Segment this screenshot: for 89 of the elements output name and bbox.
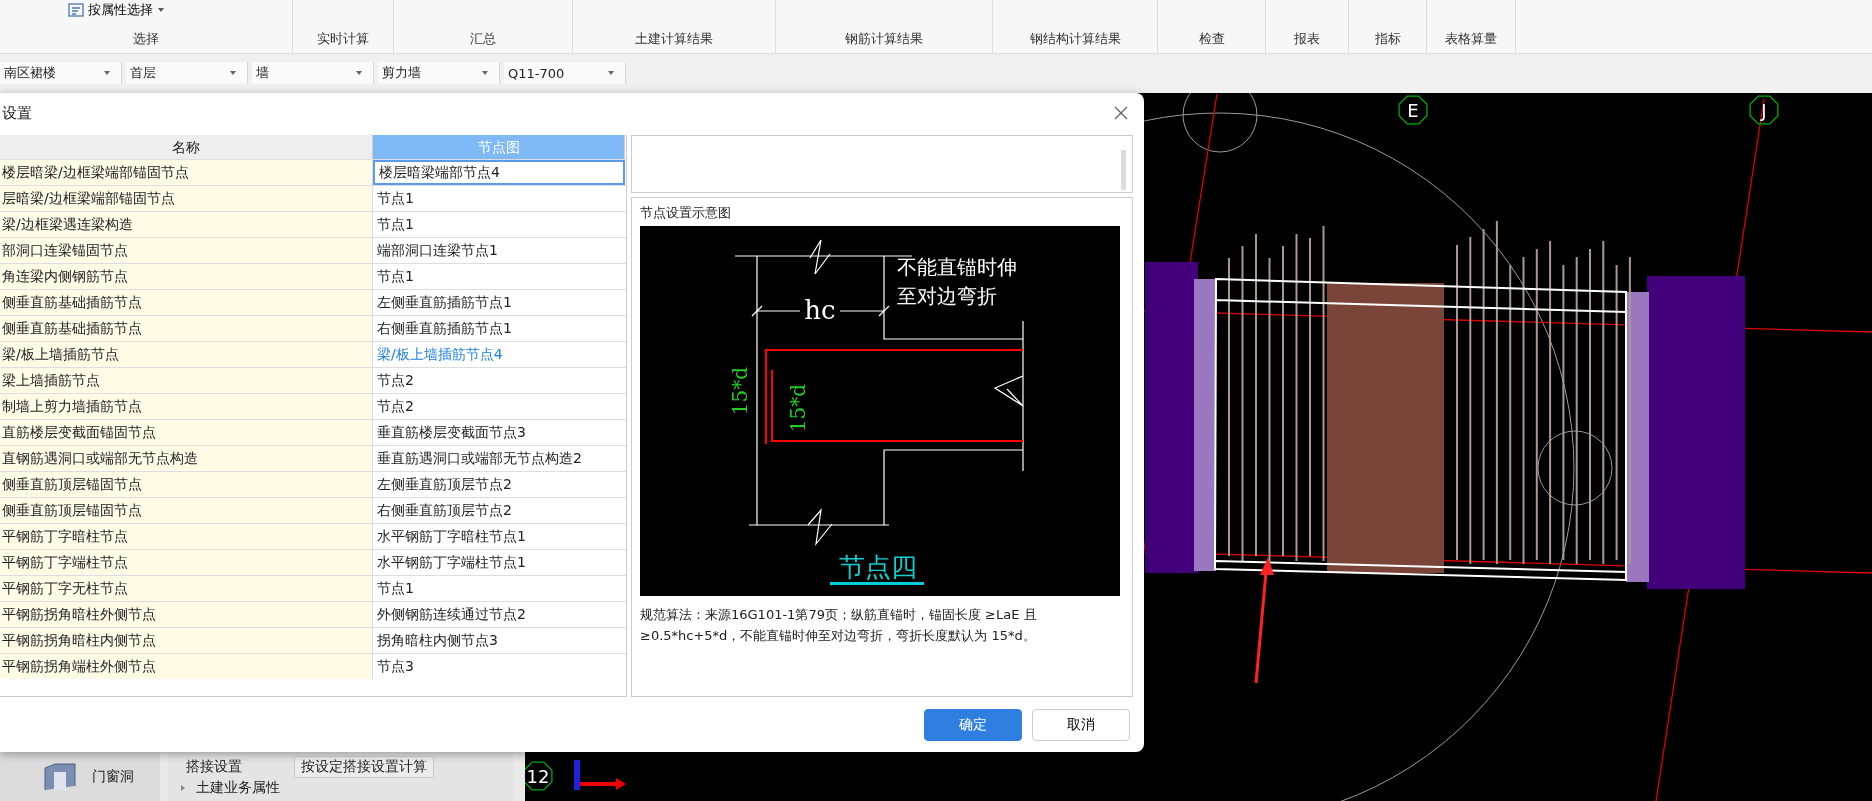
table-cell: 层暗梁/边框梁端部锚固节点 (0, 186, 373, 211)
table-cell: 平钢筋丁字暗柱节点 (0, 524, 373, 549)
axis-gizmo-icon (574, 760, 626, 790)
axis-label: 12 (525, 761, 553, 791)
caret-icon (481, 70, 489, 76)
table-cell: 制墙上剪力墙插筋节点 (0, 394, 373, 419)
table-cell[interactable]: 节点1 (373, 186, 625, 211)
table-cell[interactable]: 端部洞口连梁节点1 (373, 238, 625, 263)
sidebar-item[interactable]: 门窗洞 (0, 761, 134, 792)
filter-list-icon (68, 2, 84, 18)
dialog-title: 设置 (2, 103, 32, 123)
table-cell: 侧垂直筋基础插筋节点 (0, 316, 373, 341)
diagram-note: 不能直锚时伸 (897, 255, 1017, 279)
select-by-attribute-button[interactable]: 按属性选择 (66, 0, 167, 20)
confirm-button[interactable]: 确定 (924, 709, 1022, 741)
cancel-button[interactable]: 取消 (1032, 709, 1130, 741)
ribbon-group-label: 检查 (1198, 30, 1225, 48)
table-cell: 平钢筋拐角暗柱外侧节点 (0, 602, 373, 627)
table-cell: 平钢筋丁字端柱节点 (0, 550, 373, 575)
filter-dropdown[interactable]: 剪力墙 (378, 62, 500, 84)
property-value[interactable]: 按设定搭接设置计算 (294, 756, 434, 778)
ribbon-group-label: 实时计算 (317, 30, 369, 48)
table-cell[interactable]: 外侧钢筋连续通过节点2 (373, 602, 625, 627)
axis-label: E (1398, 95, 1428, 125)
table-cell[interactable]: 垂直筋楼层变截面节点3 (373, 420, 625, 445)
description-text: 规范算法：来源16G101-1第79页；纵筋直锚时，锚固长度 ≥LaE 且 ≥0.5*hc+5*d，不能直锚时伸至对边弯折，弯折长度默认为 15*d。 (640, 606, 1038, 645)
table-cell: 侧垂直筋顶层锚固节点 (0, 498, 373, 523)
caret-icon (157, 7, 165, 13)
filter-dropdown[interactable]: 墙 (252, 62, 374, 84)
table-cell: 部洞口连梁锚固节点 (0, 238, 373, 263)
table-cell: 侧垂直筋顶层锚固节点 (0, 472, 373, 497)
column-header: 节点图 (373, 135, 625, 159)
table-cell: 梁上墙插筋节点 (0, 368, 373, 393)
diagram-caption: 节点四 (839, 552, 917, 582)
table-cell: 梁/板上墙插筋节点 (0, 342, 373, 367)
table-cell[interactable]: 节点2 (373, 394, 625, 419)
filter-dropdown[interactable]: 首层 (126, 62, 248, 84)
table-cell[interactable]: 节点1 (373, 212, 625, 237)
ribbon-group-label: 表格算量 (1445, 30, 1497, 48)
dimension-label: hc (804, 295, 836, 325)
ribbon-group-label: 选择 (133, 30, 159, 48)
table-cell: 直钢筋遇洞口或端部无节点构造 (0, 446, 373, 471)
table-cell[interactable]: 水平钢筋丁字端柱节点1 (373, 550, 625, 575)
table-cell[interactable]: 左侧垂直筋插筋节点1 (373, 290, 625, 315)
property-name: 搭接设置 (185, 758, 243, 776)
scrollbar[interactable] (1121, 150, 1126, 190)
door-frame-icon (42, 761, 78, 792)
ribbon-group-label: 指标 (1374, 30, 1401, 48)
ribbon-group-label: 汇总 (470, 30, 496, 48)
dimension-label: 15*d (728, 366, 752, 416)
close-icon[interactable] (1114, 106, 1128, 120)
table-cell: 平钢筋拐角端柱外侧节点 (0, 654, 373, 679)
expand-arrow-icon[interactable] (180, 784, 186, 792)
table-cell: 梁/边框梁遇连梁构造 (0, 212, 373, 237)
dimension-label: 15*d (786, 383, 810, 433)
caret-icon (607, 70, 615, 76)
table-cell: 角连梁内侧钢筋节点 (0, 264, 373, 289)
arrow-icon (1254, 557, 1274, 684)
diagram-note: 至对边弯折 (897, 284, 997, 308)
table-cell[interactable]: 水平钢筋丁字暗柱节点1 (373, 524, 625, 549)
filter-dropdown[interactable]: Q11-700 (504, 62, 626, 84)
table-cell[interactable]: 楼层暗梁端部节点4 (373, 160, 625, 185)
table-cell[interactable]: 垂直筋遇洞口或端部无节点构造2 (373, 446, 625, 471)
table-cell[interactable]: 右侧垂直筋顶层节点2 (373, 498, 625, 523)
table-cell[interactable]: 左侧垂直筋顶层节点2 (373, 472, 625, 497)
caret-icon (103, 70, 111, 76)
table-cell: 楼层暗梁/边框梁端部锚固节点 (0, 160, 373, 185)
table-cell[interactable]: 右侧垂直筋插筋节点1 (373, 316, 625, 341)
axis-label: J (1749, 95, 1779, 125)
caret-icon (229, 70, 237, 76)
ribbon-group-label: 土建计算结果 (635, 30, 713, 48)
table-cell[interactable]: 梁/板上墙插筋节点4 (373, 342, 625, 367)
table-cell[interactable]: 拐角暗柱内侧节点3 (373, 628, 625, 653)
ribbon-group-label: 报表 (1294, 30, 1320, 48)
property-section: 土建业务属性 (196, 779, 280, 797)
table-cell: 平钢筋丁字无柱节点 (0, 576, 373, 601)
table-cell[interactable]: 节点3 (373, 654, 625, 679)
table-cell[interactable]: 节点1 (373, 264, 625, 289)
ribbon-group-label: 钢结构计算结果 (1029, 30, 1121, 48)
table-cell: 平钢筋拐角暗柱内侧节点 (0, 628, 373, 653)
group-title: 节点设置示意图 (640, 204, 732, 222)
column-header: 名称 (0, 135, 373, 159)
table-cell[interactable]: 节点2 (373, 368, 625, 393)
caret-icon (355, 70, 363, 76)
ribbon-group-label: 钢筋计算结果 (845, 30, 923, 48)
table-cell: 侧垂直筋基础插筋节点 (0, 290, 373, 315)
table-cell: 直筋楼层变截面锚固节点 (0, 420, 373, 445)
table-cell[interactable]: 节点1 (373, 576, 625, 601)
filter-dropdown[interactable]: 南区裙楼 (0, 62, 122, 84)
